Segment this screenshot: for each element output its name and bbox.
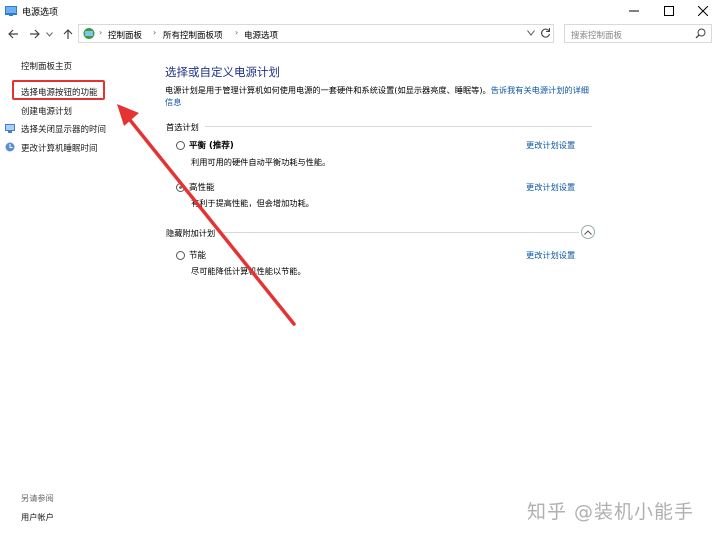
sidebar-item-power-button-function[interactable]: 选择电源按钮的功能: [21, 86, 98, 98]
plan-desc-balanced: 利用可用的硬件自动平衡功耗与性能。: [191, 157, 331, 167]
chevron-down-icon: [45, 31, 53, 37]
breadcrumb-power-options[interactable]: 电源选项: [244, 29, 278, 41]
sidebar-item-sleep-time[interactable]: 更改计算机睡眠时间: [21, 142, 98, 154]
plan-desc-power-saver: 尽可能降低计算机性能以节能。: [191, 266, 306, 276]
breadcrumb-separator: ›: [153, 28, 157, 37]
maximize-button[interactable]: [652, 0, 686, 22]
radio-dot: [179, 186, 182, 189]
description-text: 电源计划是用于管理计算机如何使用电源的一套硬件和系统设置(如显示器亮度、睡眠等)…: [165, 85, 491, 95]
back-button[interactable]: [6, 27, 20, 41]
plan-name-power-saver: 节能: [189, 251, 207, 261]
user-accounts-link[interactable]: 用户帐户: [21, 511, 54, 523]
breadcrumb-separator: ›: [99, 28, 103, 37]
radio-balanced[interactable]: [176, 141, 185, 150]
refresh-icon: [541, 28, 551, 38]
power-options-app-icon: [5, 6, 17, 16]
section-divider: [222, 232, 579, 233]
minimize-button[interactable]: [617, 0, 651, 22]
address-box[interactable]: › 控制面板 › 所有控制面板项 › 电源选项: [78, 24, 554, 43]
breadcrumb-all-items[interactable]: 所有控制面板项: [163, 29, 223, 41]
recent-pages-dropdown[interactable]: [45, 27, 53, 41]
sidebar-item-create-power-plan[interactable]: 创建电源计划: [21, 105, 72, 117]
chevron-up-icon: [584, 229, 592, 235]
plan-name-high-performance: 高性能: [189, 183, 215, 193]
up-icon: [63, 28, 73, 39]
plan-desc-high-performance: 有利于提高性能，但会增加功耗。: [191, 198, 314, 208]
page-description: 电源计划是用于管理计算机如何使用电源的一套硬件和系统设置(如显示器亮度、睡眠等)…: [165, 84, 595, 108]
shield-icon: [5, 142, 15, 152]
search-placeholder: 搜索控制面板: [571, 31, 623, 41]
refresh-button[interactable]: [540, 27, 551, 42]
address-dropdown[interactable]: [527, 29, 535, 39]
breadcrumb-control-panel[interactable]: 控制面板: [108, 29, 142, 41]
annotation-arrow: [117, 104, 296, 326]
page-title: 选择或自定义电源计划: [165, 65, 280, 79]
sidebar-item-display-off-time[interactable]: 选择关闭显示器的时间: [21, 123, 106, 135]
close-button[interactable]: [686, 0, 720, 22]
collapse-hidden-plans-button[interactable]: [581, 225, 595, 239]
radio-high-performance[interactable]: [176, 183, 185, 192]
control-panel-icon: [83, 28, 95, 39]
see-also-heading: 另请参阅: [21, 493, 54, 503]
section-divider: [205, 126, 592, 127]
window-title: 电源选项: [22, 8, 59, 18]
back-icon: [7, 29, 18, 39]
plan-name-balanced: 平衡 (推荐): [189, 141, 234, 151]
radio-power-saver[interactable]: [176, 251, 185, 260]
close-icon: [698, 6, 708, 16]
control-panel-home-link[interactable]: 控制面板主页: [21, 60, 72, 72]
forward-icon: [29, 29, 40, 39]
title-bar: 电源选项: [0, 0, 720, 22]
minimize-icon: [629, 10, 639, 12]
up-button[interactable]: [61, 27, 75, 41]
chevron-down-icon: [527, 30, 535, 36]
search-icon[interactable]: [695, 28, 706, 39]
shield-icon: [5, 124, 15, 133]
change-plan-settings-high-performance[interactable]: 更改计划设置: [526, 181, 575, 193]
preferred-plans-heading: 首选计划: [166, 122, 199, 132]
search-field[interactable]: 搜索控制面板: [564, 24, 712, 43]
forward-button[interactable]: [27, 27, 41, 41]
change-plan-settings-power-saver[interactable]: 更改计划设置: [526, 249, 575, 261]
watermark: 知乎 @装机小能手: [527, 501, 695, 523]
change-plan-settings-balanced[interactable]: 更改计划设置: [526, 139, 575, 151]
maximize-icon: [664, 6, 674, 16]
hidden-plans-heading: 隐藏附加计划: [166, 228, 216, 238]
breadcrumb-separator: ›: [235, 28, 239, 37]
